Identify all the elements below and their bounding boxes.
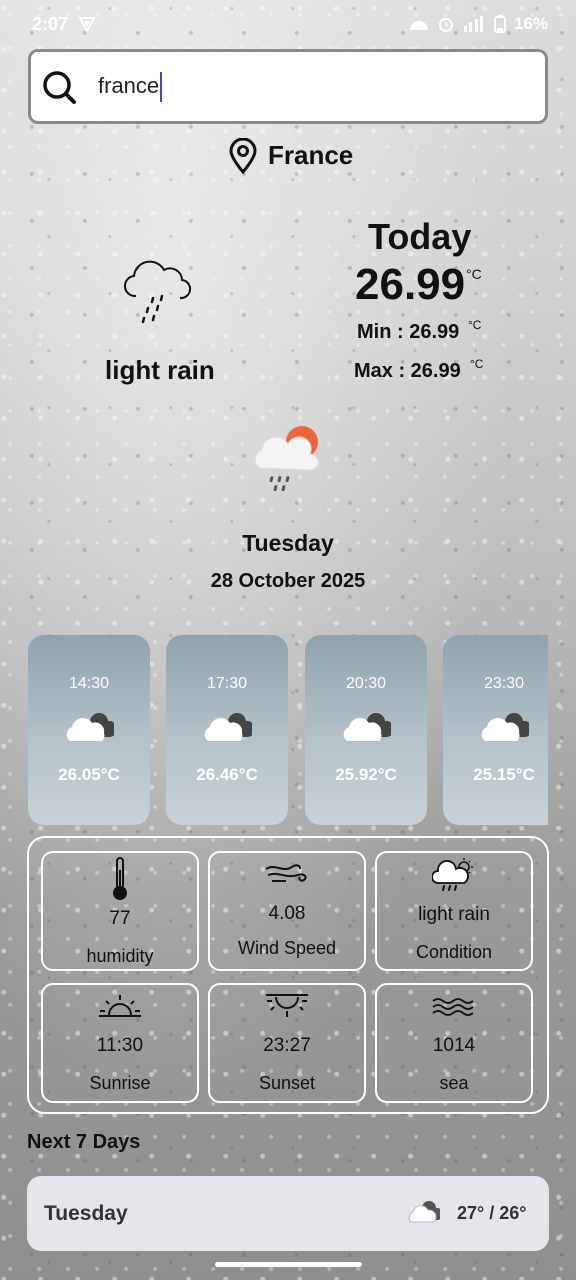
search-value: france [98, 72, 160, 98]
sea-level-tile: 1014 sea [375, 983, 533, 1103]
today-label: Today [368, 216, 472, 257]
min-temperature: Min : 26.99 [357, 321, 460, 343]
sunrise-time: 11:30 [96, 1035, 144, 1056]
sunset-time: 23:27 [263, 1035, 311, 1056]
wind-speed-value: 4.08 [268, 903, 306, 924]
sunset-label: Sunset [258, 1073, 316, 1093]
condition-value: light rain [418, 904, 490, 925]
condition-label: Condition [415, 942, 493, 962]
hour-time: 14:30 [68, 675, 110, 692]
status-icons: 16% [408, 14, 548, 34]
cloud-rain-icon [124, 260, 191, 324]
sunset-tile: 23:27 Sunset [208, 983, 366, 1103]
hour-temp: 25.92°C [335, 765, 397, 784]
min-unit: °C [468, 318, 482, 332]
hourly-forecast-strip[interactable]: 14:30 26.05°C 17:30 26.46°C 20:30 25.92°… [28, 635, 548, 825]
day-name: Tuesday [242, 530, 334, 556]
humidity-value: 77 [109, 908, 131, 929]
wind-speed-label: Wind Speed [237, 938, 337, 958]
hour-card[interactable]: 14:30 26.05°C [28, 635, 150, 825]
date-text: 28 October 2025 [210, 570, 366, 592]
sea-level-value: 1014 [432, 1035, 476, 1056]
text-caret [160, 72, 163, 102]
partly-cloudy-icon [481, 713, 529, 741]
signal-icon [463, 16, 483, 32]
location-name: France [268, 140, 354, 170]
home-indicator[interactable] [215, 1262, 362, 1267]
wind-speed-tile: 4.08 Wind Speed [208, 851, 366, 971]
hour-time: 17:30 [206, 675, 248, 692]
hour-card[interactable]: 23:30 25.15°C [443, 635, 548, 825]
partly-cloudy-icon [343, 713, 391, 741]
sun-cloud-rain-icon [377, 857, 531, 893]
alarm-icon [438, 18, 453, 32]
current-temperature: 26.99 [355, 260, 466, 309]
hour-card[interactable]: 20:30 25.92°C [305, 635, 427, 825]
sunrise-icon [43, 993, 197, 1019]
sea-level-label: sea [439, 1073, 469, 1093]
forecast-temps: 27° / 26° [457, 1203, 527, 1223]
weather-details-panel: 77 humidity 4.08 Wind Speed light rain C… [27, 836, 549, 1114]
battery-percent: 16% [513, 14, 548, 33]
forecast-title: Next 7 Days [27, 1131, 141, 1153]
temperature-unit: °C [466, 266, 482, 282]
hour-temp: 25.15°C [473, 765, 535, 784]
sunrise-label: Sunrise [89, 1073, 151, 1093]
forecast-day: Tuesday [44, 1202, 128, 1225]
waves-icon [377, 997, 531, 1017]
sunrise-tile: 11:30 Sunrise [41, 983, 199, 1103]
vpn-shield-icon [78, 17, 96, 33]
humidity-label: humidity [86, 946, 154, 966]
hour-temp: 26.05°C [58, 765, 120, 784]
wind-icon [210, 861, 364, 885]
thermometer-icon [43, 856, 197, 902]
hotspot-icon [409, 21, 428, 30]
hour-card[interactable]: 17:30 26.46°C [166, 635, 288, 825]
status-time: 2:07 [32, 14, 69, 34]
partly-cloudy-icon [204, 713, 252, 741]
battery-icon [493, 15, 506, 33]
cloudy-icon [408, 1201, 440, 1223]
max-temperature: Max : 26.99 [354, 360, 461, 382]
max-unit: °C [470, 357, 484, 371]
condition-text: light rain [105, 355, 215, 385]
hour-temp: 26.46°C [196, 765, 258, 784]
search-icon[interactable] [41, 69, 77, 105]
humidity-tile: 77 humidity [41, 851, 199, 971]
partly-cloudy-icon [66, 713, 114, 741]
hour-time: 23:30 [483, 675, 525, 692]
sun-cloud-rain-icon [254, 426, 319, 492]
condition-tile: light rain Condition [375, 851, 533, 971]
search-text[interactable]: france [98, 72, 163, 102]
hour-time: 20:30 [345, 675, 387, 692]
location-pin-icon [229, 138, 257, 174]
sunset-icon [210, 991, 364, 1019]
